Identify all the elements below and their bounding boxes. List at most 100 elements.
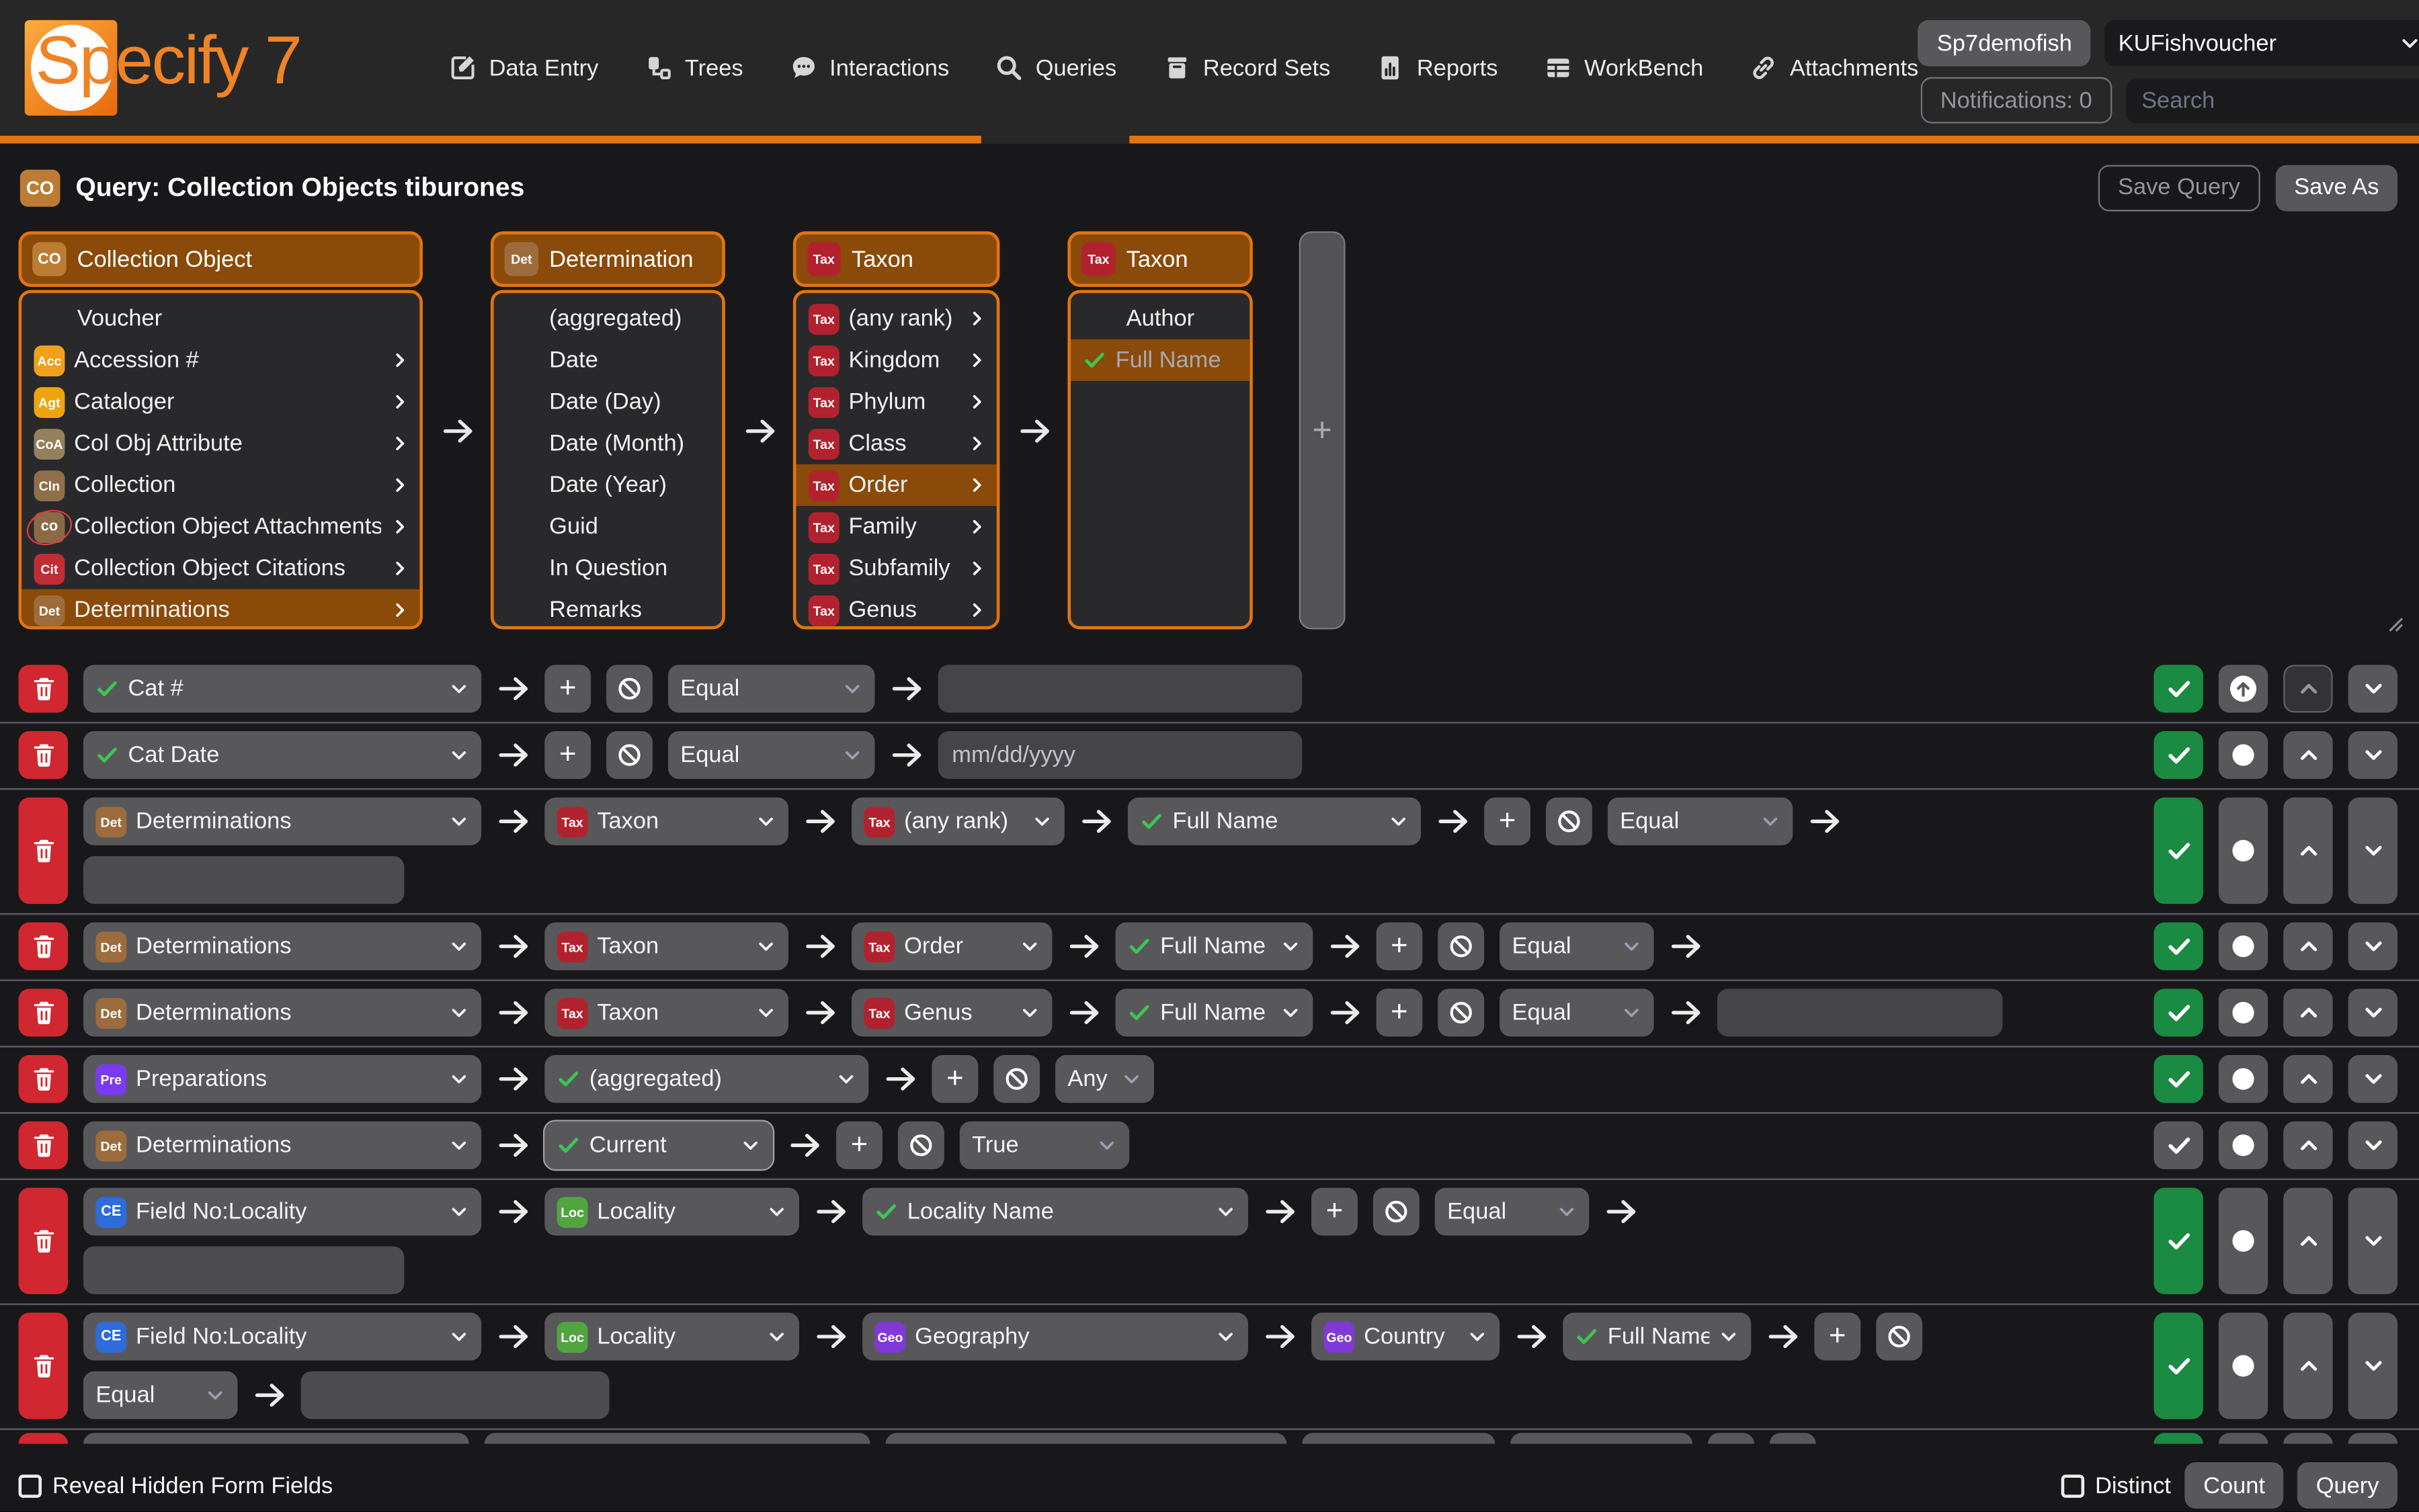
sort-toggle-button[interactable] xyxy=(2219,1055,2268,1103)
operator-select-equal[interactable]: Equal xyxy=(1435,1187,1590,1235)
field-select-item[interactable] xyxy=(1510,1433,1692,1443)
mapper-item-remarks[interactable]: Remarks xyxy=(494,589,723,630)
operator-select-equal[interactable]: Equal xyxy=(668,731,875,779)
field-select-locality-name[interactable]: Locality Name xyxy=(862,1187,1248,1235)
show-in-results-button[interactable] xyxy=(2154,731,2203,779)
mapper-item-author[interactable]: Author xyxy=(1071,298,1249,339)
field-select-cat-date[interactable]: Cat Date xyxy=(83,731,481,779)
move-down-button[interactable] xyxy=(2348,923,2397,970)
move-down-button[interactable] xyxy=(2348,1433,2397,1443)
filter-value-input[interactable] xyxy=(938,731,1303,779)
mapper-item-full-name[interactable]: Full Name xyxy=(1071,339,1249,381)
field-select-taxon[interactable]: Tax Taxon xyxy=(544,798,788,845)
show-in-results-button[interactable] xyxy=(2154,1312,2203,1419)
sort-toggle-button[interactable] xyxy=(2219,923,2268,970)
mapper-item-collection-object-attachments[interactable]: co Collection Object Attachments xyxy=(22,506,419,548)
notifications-button[interactable]: Notifications: 0 xyxy=(1920,77,2113,124)
field-select-item[interactable] xyxy=(886,1433,1287,1443)
filter-value-input[interactable] xyxy=(938,665,1303,712)
field-select-current[interactable]: Current xyxy=(544,1122,773,1169)
resize-handle-icon[interactable] xyxy=(2383,612,2404,640)
operator-select-equal[interactable]: Equal xyxy=(1500,989,1654,1036)
operator-select-equal[interactable]: Equal xyxy=(1500,923,1654,970)
operator-select-true[interactable]: True xyxy=(960,1122,1129,1169)
filter-value-input[interactable] xyxy=(301,1372,610,1419)
mapper-item-date[interactable]: Date xyxy=(494,339,723,381)
delete-row-button[interactable] xyxy=(19,1122,68,1169)
sort-toggle-button[interactable] xyxy=(2219,1312,2268,1419)
menu-item-reports[interactable]: Reports xyxy=(1375,52,1498,83)
mapper-header-taxon[interactable]: Tax Taxon xyxy=(1067,231,1252,287)
mapper-item-date-month[interactable]: Date (Month) xyxy=(494,423,723,464)
save-query-button[interactable]: Save Query xyxy=(2098,164,2260,210)
field-select-determinations[interactable]: Det Determinations xyxy=(83,989,481,1036)
negate-filter-button[interactable] xyxy=(1438,989,1484,1036)
distinct-checkbox[interactable] xyxy=(2061,1474,2084,1497)
sort-toggle-button[interactable] xyxy=(2219,665,2268,712)
move-down-button[interactable] xyxy=(2348,1312,2397,1419)
distinct-toggle[interactable]: Distinct xyxy=(2061,1472,2170,1499)
count-button[interactable]: Count xyxy=(2185,1462,2284,1509)
mapper-item-family[interactable]: Tax Family xyxy=(796,506,996,548)
menu-item-queries[interactable]: Queries xyxy=(994,52,1117,83)
sort-toggle-button[interactable] xyxy=(2219,798,2268,904)
mapper-item-determinations[interactable]: Det Determinations xyxy=(22,589,419,630)
move-down-button[interactable] xyxy=(2348,1055,2397,1103)
operator-select-equal[interactable]: Equal xyxy=(668,665,875,712)
negate-filter-button[interactable] xyxy=(1546,798,1592,845)
delete-row-button[interactable] xyxy=(19,731,68,779)
filter-value-input[interactable] xyxy=(1717,989,2003,1036)
move-down-button[interactable] xyxy=(2348,731,2397,779)
negate-filter-button[interactable] xyxy=(993,1055,1040,1103)
field-select-determinations[interactable]: Det Determinations xyxy=(83,798,481,845)
show-in-results-button[interactable] xyxy=(2154,1433,2203,1443)
add-filter-button[interactable]: + xyxy=(932,1055,978,1103)
show-in-results-button[interactable] xyxy=(2154,665,2203,712)
mapper-item-phylum[interactable]: Tax Phylum xyxy=(796,381,996,423)
field-select-country[interactable]: Geo Country xyxy=(1311,1312,1500,1360)
field-select-locality[interactable]: Loc Locality xyxy=(544,1187,799,1235)
operator-select-any[interactable]: Any xyxy=(1055,1055,1154,1103)
field-select-item[interactable] xyxy=(1302,1433,1495,1443)
negate-filter-button[interactable] xyxy=(1373,1187,1420,1235)
mapper-item-collection-object-citations[interactable]: Cit Collection Object Citations xyxy=(22,548,419,589)
delete-row-button[interactable] xyxy=(19,665,68,712)
collection-select[interactable]: KUFishvoucher xyxy=(2104,20,2419,67)
field-select-full-name[interactable]: Full Name xyxy=(1563,1312,1751,1360)
delete-row-button[interactable] xyxy=(19,1312,68,1419)
move-down-button[interactable] xyxy=(2348,989,2397,1036)
sort-toggle-button[interactable] xyxy=(2219,731,2268,779)
mapper-item-subfamily[interactable]: Tax Subfamily xyxy=(796,548,996,589)
field-select-preparations[interactable]: Pre Preparations xyxy=(83,1055,481,1103)
mapper-item-col-obj-attribute[interactable]: CoA Col Obj Attribute xyxy=(22,423,419,464)
delete-row-button[interactable] xyxy=(19,1055,68,1103)
move-down-button[interactable] xyxy=(2348,1187,2397,1294)
mapper-item-class[interactable]: Tax Class xyxy=(796,423,996,464)
add-filter-button[interactable]: + xyxy=(1814,1312,1860,1360)
move-up-button[interactable] xyxy=(2283,989,2332,1036)
mapper-header-taxon[interactable]: Tax Taxon xyxy=(793,231,1000,287)
show-in-results-button[interactable] xyxy=(2154,1187,2203,1294)
move-up-button[interactable] xyxy=(2283,731,2332,779)
move-up-button[interactable] xyxy=(2283,665,2332,712)
move-up-button[interactable] xyxy=(2283,1055,2332,1103)
operator-select-equal[interactable]: Equal xyxy=(1608,798,1793,845)
user-button[interactable]: Sp7demofish xyxy=(1918,20,2090,67)
field-select-field-no-locality[interactable]: CE Field No:Locality xyxy=(83,1312,481,1360)
field-select-determinations[interactable]: Det Determinations xyxy=(83,923,481,970)
mapper-header-collection-object[interactable]: CO Collection Object xyxy=(19,231,423,287)
field-select-determinations[interactable]: Det Determinations xyxy=(83,1122,481,1169)
field-select-geography[interactable]: Geo Geography xyxy=(862,1312,1248,1360)
field-select-full-name[interactable]: Full Name xyxy=(1128,798,1421,845)
app-logo[interactable]: Specify 7 xyxy=(22,19,404,118)
negate-filter-button[interactable] xyxy=(1438,923,1484,970)
negate-filter-button[interactable] xyxy=(1770,1433,1816,1443)
field-select-locality[interactable]: Loc Locality xyxy=(544,1312,799,1360)
field-select-order[interactable]: Tax Order xyxy=(852,923,1052,970)
menu-item-record-sets[interactable]: Record Sets xyxy=(1161,52,1330,83)
sort-toggle-button[interactable] xyxy=(2219,1187,2268,1294)
field-select-aggregated[interactable]: (aggregated) xyxy=(544,1055,868,1103)
show-in-results-button[interactable] xyxy=(2154,798,2203,904)
mapper-item-accession[interactable]: Acc Accession # xyxy=(22,339,419,381)
move-up-button[interactable] xyxy=(2283,1122,2332,1169)
